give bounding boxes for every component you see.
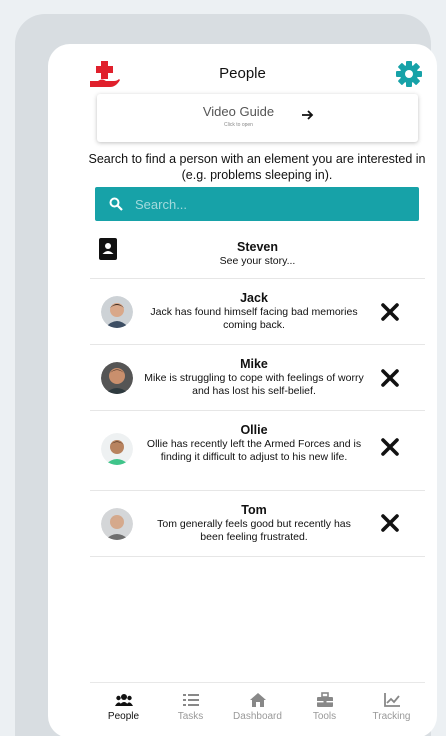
remove-person-icon[interactable] (380, 437, 400, 457)
video-guide-subtitle: Click to open (224, 122, 253, 128)
person-name: Tom (241, 503, 267, 517)
remove-person-icon[interactable] (380, 368, 400, 388)
avatar-ollie (101, 433, 133, 465)
bottom-nav: People Tasks Dashboard Tools Tracking (90, 682, 425, 728)
avatar-jack (101, 296, 133, 328)
search-bar[interactable] (95, 187, 419, 221)
self-name: Steven (237, 240, 278, 254)
app-header: People (48, 44, 437, 100)
person-description: Ollie has recently left the Armed Forces… (146, 438, 362, 463)
avatar-tom (101, 508, 133, 540)
app-screen: People Video Guide Click to open Search … (48, 44, 437, 736)
nav-label: Tools (312, 711, 337, 722)
person-row-ollie[interactable]: Ollie Ollie has recently left the Armed … (90, 411, 425, 491)
nav-label: Tasks (177, 711, 204, 722)
self-description: See your story... (219, 255, 296, 267)
search-input[interactable] (135, 187, 419, 221)
person-description: Tom generally feels good but recently ha… (157, 518, 351, 543)
chart-line-icon (383, 693, 400, 707)
search-hint: Search to find a person with an element … (88, 152, 426, 182)
avatar-mike (101, 362, 133, 394)
person-name: Mike (240, 357, 268, 371)
person-name: Jack (240, 291, 268, 305)
settings-gear-icon[interactable] (396, 61, 422, 87)
toolbox-icon (316, 692, 333, 707)
remove-person-icon[interactable] (380, 302, 400, 322)
self-story-row[interactable]: Steven See your story... (90, 230, 425, 279)
nav-item-dashboard[interactable]: Dashboard (224, 683, 291, 728)
video-guide-title: Video Guide (202, 104, 275, 119)
nav-label: Dashboard (233, 711, 282, 722)
person-row-tom[interactable]: Tom Tom generally feels good but recentl… (90, 491, 425, 557)
person-row-mike[interactable]: Mike Mike is struggling to cope with fee… (90, 345, 425, 411)
video-guide-card[interactable]: Video Guide Click to open (97, 94, 418, 142)
search-icon (109, 197, 123, 211)
nav-label: Tracking (372, 711, 411, 722)
person-description: Mike is struggling to cope with feelings… (144, 372, 364, 397)
home-icon (249, 693, 266, 707)
nav-label: People (107, 711, 140, 722)
remove-person-icon[interactable] (380, 513, 400, 533)
nav-item-people[interactable]: People (90, 683, 157, 728)
arrow-right-icon (302, 110, 314, 120)
person-name: Ollie (240, 423, 268, 437)
page-title: People (219, 65, 266, 82)
device-frame: People Video Guide Click to open Search … (15, 14, 437, 736)
list-icon (182, 694, 199, 706)
person-row-jack[interactable]: Jack Jack has found himself facing bad m… (90, 279, 425, 345)
nav-item-tracking[interactable]: Tracking (358, 683, 425, 728)
person-description: Jack has found himself facing bad memori… (150, 306, 358, 331)
nav-item-tools[interactable]: Tools (291, 683, 358, 728)
users-icon (114, 694, 133, 706)
nav-item-tasks[interactable]: Tasks (157, 683, 224, 728)
